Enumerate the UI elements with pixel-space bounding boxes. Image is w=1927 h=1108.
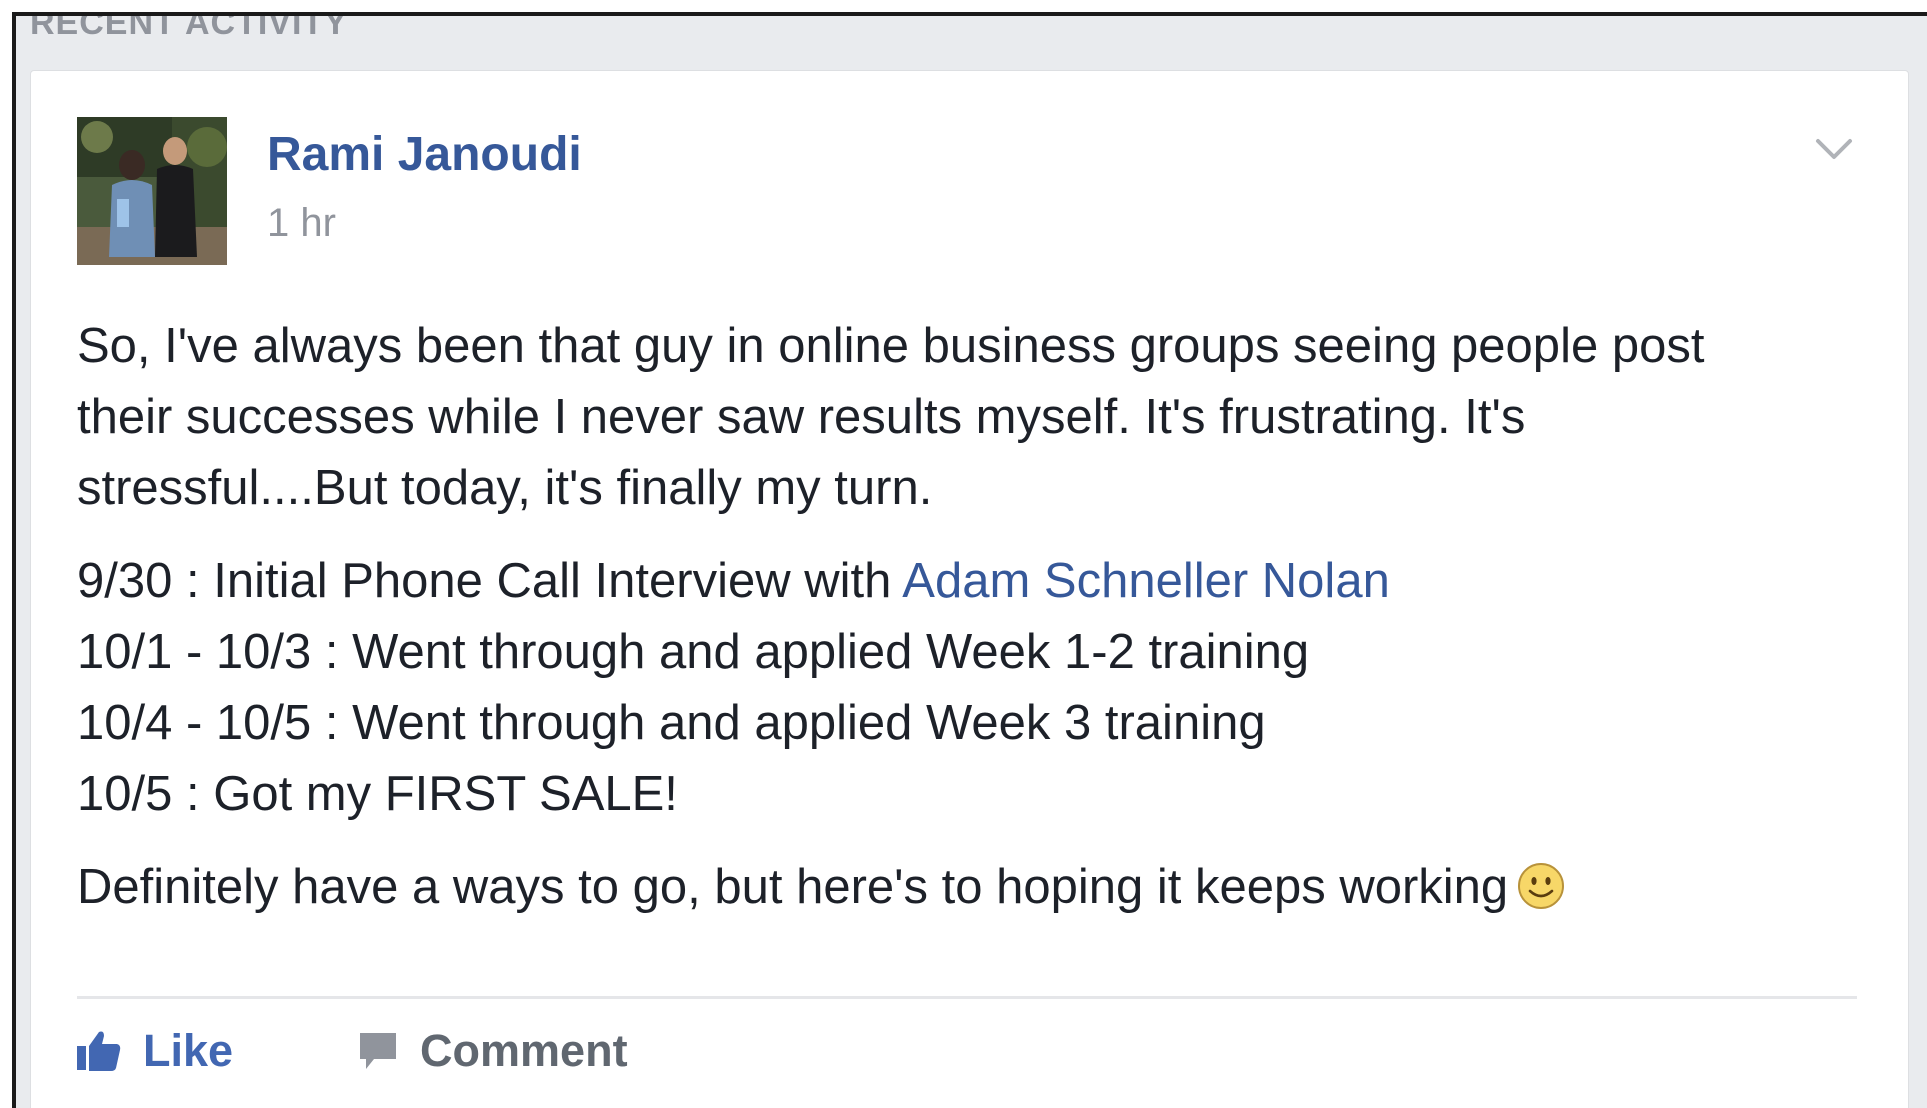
post-intro-paragraph: So, I've always been that guy in online … <box>77 311 1877 524</box>
smiley-icon <box>1516 860 1566 931</box>
speech-bubble-icon <box>360 1033 397 1069</box>
timeline-line: 10/5 : Got my FIRST SALE! <box>77 767 678 821</box>
post-text-line: their successes while I never saw result… <box>77 390 1526 444</box>
comment-label: Comment <box>420 1025 628 1076</box>
comment-button[interactable]: Comment <box>358 1025 628 1077</box>
page-frame: RECENT ACTIVITY Rami Janoudi 1 hr So, I'… <box>12 12 1927 1108</box>
actions-divider <box>77 996 1857 999</box>
like-button[interactable]: Like <box>77 1025 233 1077</box>
closing-line: Definitely have a ways to go, but here's… <box>77 852 1877 931</box>
post-actions: Like Comment <box>77 1025 628 1077</box>
post-card: Rami Janoudi 1 hr So, I've always been t… <box>30 70 1909 1108</box>
chevron-down-icon[interactable] <box>1812 131 1856 167</box>
post-text-line: So, I've always been that guy in online … <box>77 319 1705 373</box>
thumbs-up-icon <box>77 1031 121 1071</box>
like-label: Like <box>143 1025 234 1076</box>
closing-text: Definitely have a ways to go, but here's… <box>77 860 1509 914</box>
post-text-line: stressful....But today, it's finally my … <box>77 461 933 515</box>
mention-link[interactable]: Adam Schneller Nolan <box>902 554 1390 608</box>
post-body: So, I've always been that guy in online … <box>77 311 1877 953</box>
timeline-line: 10/1 - 10/3 : Went through and applied W… <box>77 625 1310 679</box>
avatar-photo <box>77 117 227 265</box>
author-avatar[interactable] <box>77 117 227 265</box>
section-header: RECENT ACTIVITY <box>30 12 348 42</box>
post-timeline-paragraph: 9/30 : Initial Phone Call Interview with… <box>77 546 1877 830</box>
timeline-line: 10/4 - 10/5 : Went through and applied W… <box>77 696 1266 750</box>
author-name[interactable]: Rami Janoudi <box>267 127 582 182</box>
timeline-line: 9/30 : Initial Phone Call Interview with… <box>77 546 1877 617</box>
post-closing-paragraph: Definitely have a ways to go, but here's… <box>77 852 1877 931</box>
timeline-text: 9/30 : Initial Phone Call Interview with <box>77 554 903 608</box>
post-timestamp[interactable]: 1 hr <box>267 201 336 246</box>
